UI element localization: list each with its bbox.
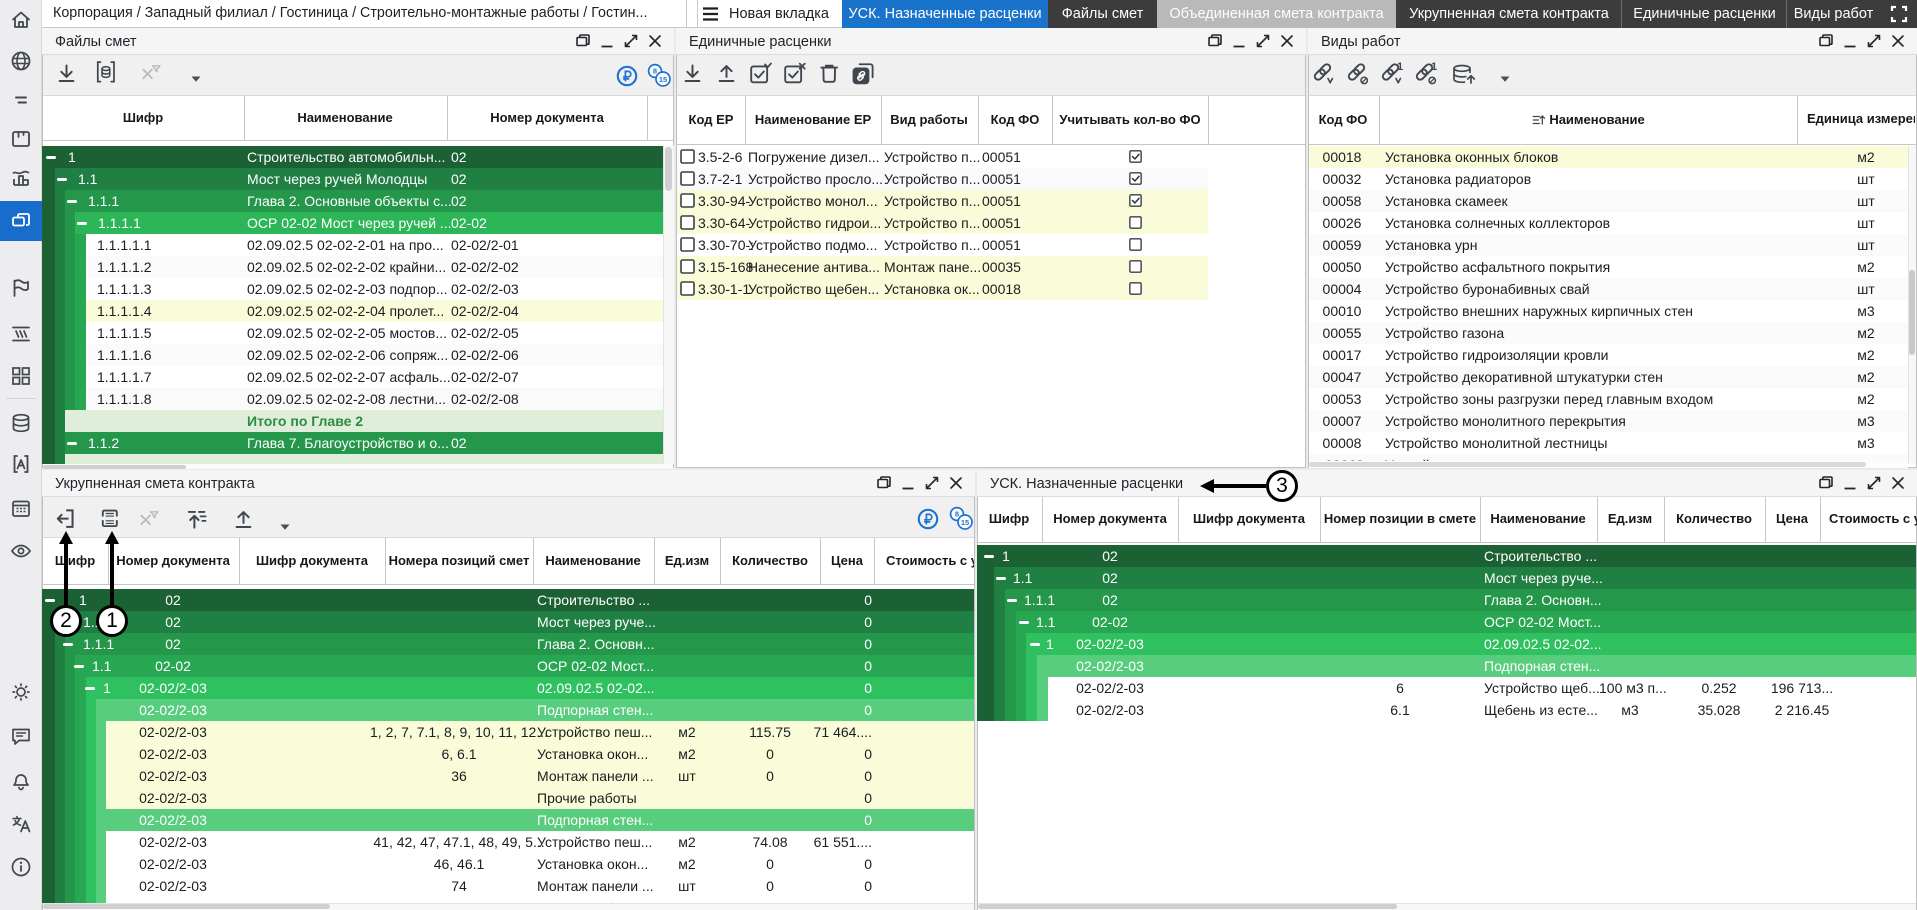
svg-text:8: 8 — [653, 67, 657, 76]
svg-text:1: 1 — [1431, 62, 1437, 73]
svg-text:15: 15 — [659, 75, 667, 84]
svg-text:15: 15 — [961, 518, 969, 527]
svg-text:8: 8 — [955, 510, 959, 519]
svg-text:1: 1 — [1397, 62, 1403, 73]
